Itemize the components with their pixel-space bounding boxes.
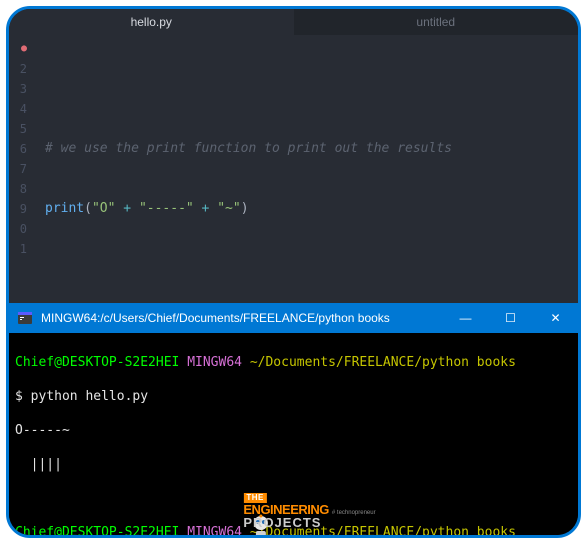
terminal-titlebar[interactable]: MINGW64:/c/Users/Chief/Documents/FREELAN…: [9, 303, 578, 333]
prompt-user: Chief@DESKTOP-S2E2HEI: [15, 355, 179, 370]
tab-label: hello.py: [131, 15, 172, 29]
window-controls: — ☐ ✕: [443, 303, 578, 333]
line-gutter: ● 2 3 4 5 6 7 8 9 0 1: [9, 35, 35, 303]
minimize-button[interactable]: —: [443, 303, 488, 333]
editor-tabs: hello.py untitled: [9, 9, 578, 35]
robot-icon: [211, 496, 237, 526]
terminal-command: python hello.py: [31, 389, 148, 404]
terminal-window: MINGW64:/c/Users/Chief/Documents/FREELAN…: [9, 303, 578, 535]
code-func: print: [45, 201, 84, 216]
code-area[interactable]: # we use the print function to print out…: [35, 35, 578, 303]
maximize-button[interactable]: ☐: [488, 303, 533, 333]
app-frame: hello.py untitled ● 2 3 4 5 6 7 8 9 0 1 …: [6, 6, 581, 538]
line-number: 7: [9, 159, 27, 179]
tab-untitled[interactable]: untitled: [294, 9, 579, 35]
prompt-dollar: $: [15, 389, 23, 404]
logo-projects: PROJECTS: [243, 516, 375, 529]
line-number: 6: [9, 139, 27, 159]
code-editor[interactable]: ● 2 3 4 5 6 7 8 9 0 1 # we use the print…: [9, 35, 578, 303]
prompt-sys: MINGW64: [187, 355, 242, 370]
line-number: 9: [9, 199, 27, 219]
line-number: 2: [9, 59, 27, 79]
prompt-path: ~/Documents/FREELANCE/python books: [250, 355, 516, 370]
line-number: 5: [9, 119, 27, 139]
line-number: 4: [9, 99, 27, 119]
code-comment: # we use the print function to print out…: [45, 141, 452, 156]
line-number: 0: [9, 219, 27, 239]
line-number: 3: [9, 79, 27, 99]
terminal-output: O-----~: [15, 422, 572, 439]
watermark-logo: THE ENGINEERING # technopreneur PROJECTS: [211, 493, 375, 529]
terminal-icon: [17, 310, 33, 326]
terminal-body[interactable]: Chief@DESKTOP-S2E2HEI MINGW64 ~/Document…: [9, 333, 578, 535]
close-button[interactable]: ✕: [533, 303, 578, 333]
modified-indicator: ●: [9, 39, 27, 59]
terminal-output: ||||: [15, 456, 572, 473]
tab-label: untitled: [416, 15, 455, 29]
prompt-user: Chief@DESKTOP-S2E2HEI: [15, 525, 179, 535]
terminal-title: MINGW64:/c/Users/Chief/Documents/FREELAN…: [41, 311, 443, 325]
tab-hello-py[interactable]: hello.py: [9, 9, 294, 35]
line-number: 1: [9, 239, 27, 259]
line-number: 8: [9, 179, 27, 199]
